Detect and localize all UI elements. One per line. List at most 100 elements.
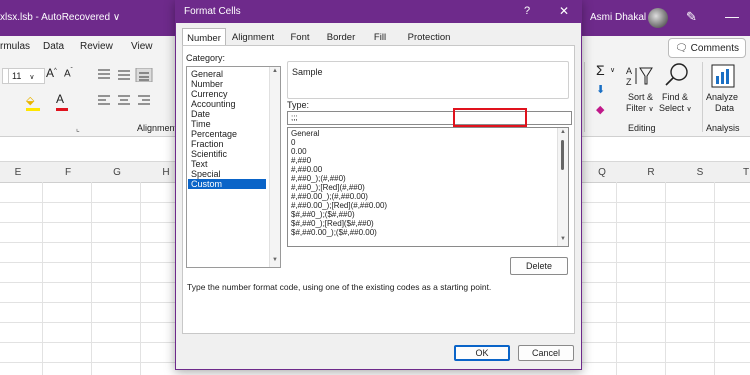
sample-box — [287, 61, 569, 99]
format-item[interactable]: $#,##0.00_);($#,##0.00) — [291, 228, 377, 238]
category-item[interactable]: Date — [191, 109, 210, 119]
user-name[interactable]: Asmi Dhakal — [590, 12, 646, 23]
category-item[interactable]: Text — [191, 159, 208, 169]
category-label: Category: — [186, 53, 226, 63]
grid-line — [91, 182, 92, 375]
chevron-down-icon: ∨ — [29, 74, 35, 81]
scroll-down-icon[interactable]: ▼ — [272, 257, 278, 263]
dialog-title-bar[interactable]: Format Cells ? ✕ — [176, 1, 581, 23]
category-list[interactable]: General Number Currency Accounting Date … — [186, 66, 281, 268]
tab-formulas[interactable]: rmulas — [0, 41, 30, 52]
tab-border[interactable]: Border — [322, 29, 360, 45]
grid-line — [616, 182, 617, 375]
ok-button[interactable]: OK — [454, 345, 510, 361]
category-item[interactable]: Currency — [191, 89, 228, 99]
sort-filter-label-2[interactable]: Filter ∨ — [626, 103, 654, 113]
tab-alignment[interactable]: Alignment — [228, 29, 278, 45]
find-select-text: Select — [659, 103, 685, 113]
ribbon-divider — [584, 62, 585, 132]
format-code-list[interactable]: General 0 0.00 #,##0 #,##0.00 #,##0_);(#… — [287, 127, 569, 247]
category-item[interactable]: Number — [191, 79, 223, 89]
hint-text: Type the number format code, using one o… — [187, 282, 492, 292]
find-select-label-2[interactable]: Select ∨ — [659, 103, 692, 113]
comment-icon: 🗨 — [674, 42, 688, 54]
chevron-down-icon: ∨ — [686, 106, 692, 113]
sample-label: Sample — [292, 67, 323, 77]
column-header[interactable]: E — [8, 167, 28, 178]
avatar[interactable] — [648, 8, 668, 28]
pen-icon[interactable]: ✎ — [686, 9, 697, 25]
tab-data[interactable]: Data — [43, 41, 64, 52]
tab-view[interactable]: View — [131, 41, 153, 52]
font-color-icon[interactable]: A — [56, 92, 64, 106]
autosum-icon[interactable]: Σ — [596, 62, 605, 78]
type-input[interactable]: ;;; — [287, 111, 572, 125]
tab-font[interactable]: Font — [284, 29, 316, 45]
minimize-icon[interactable]: — — [725, 8, 739, 24]
category-item[interactable]: General — [191, 69, 223, 79]
column-header[interactable]: S — [690, 167, 710, 178]
grid-line — [140, 182, 141, 375]
sort-filter-label[interactable]: Sort & — [628, 92, 653, 102]
column-header[interactable]: F — [58, 167, 78, 178]
category-item[interactable]: Special — [191, 169, 221, 179]
analysis-group-label: Analysis — [706, 123, 740, 133]
category-scrollbar[interactable]: ▲ ▼ — [269, 67, 280, 267]
analyze-label[interactable]: Analyze — [706, 92, 738, 102]
category-item[interactable]: Fraction — [191, 139, 224, 149]
category-item[interactable]: Accounting — [191, 99, 236, 109]
svg-text:A: A — [626, 66, 632, 76]
category-item-selected[interactable]: Custom — [188, 179, 266, 189]
font-size-box[interactable]: 11 ∨ — [8, 68, 45, 84]
increase-font-icon[interactable]: A^ — [46, 66, 57, 80]
category-item[interactable]: Percentage — [191, 129, 237, 139]
chevron-down-icon[interactable]: ∨ — [610, 66, 615, 74]
alignment-group-label: Alignment — [137, 123, 178, 133]
clear-icon[interactable]: ◆ — [596, 103, 604, 116]
column-header[interactable]: Q — [592, 167, 612, 178]
highlight-box — [453, 108, 527, 127]
scroll-down-icon[interactable]: ▼ — [560, 236, 566, 242]
type-label: Type: — [287, 100, 310, 110]
file-name[interactable]: xlsx.lsb - AutoRecovered ∨ — [0, 12, 120, 23]
svg-text:Z: Z — [626, 77, 632, 87]
comments-button[interactable]: 🗨 Comments — [668, 38, 746, 58]
find-select-label[interactable]: Find & — [662, 92, 688, 102]
search-icon[interactable] — [664, 62, 690, 88]
tab-fill[interactable]: Fill — [368, 29, 392, 45]
analyze-data-icon[interactable] — [711, 64, 735, 88]
format-scrollbar[interactable]: ▲ ▼ — [557, 128, 568, 246]
dialog-launcher-icon[interactable]: ⌞ — [76, 124, 80, 133]
delete-button[interactable]: Delete — [510, 257, 568, 275]
dialog-title: Format Cells — [184, 6, 241, 17]
font-size-value: 11 — [12, 71, 22, 81]
sort-filter-text: Filter — [626, 103, 646, 113]
scroll-thumb[interactable] — [561, 140, 564, 170]
cancel-button[interactable]: Cancel — [518, 345, 574, 361]
scroll-up-icon[interactable]: ▲ — [272, 68, 278, 74]
fill-color-bar — [26, 108, 40, 111]
vertical-align-icons[interactable] — [96, 68, 170, 82]
font-color-bar — [56, 108, 68, 111]
decrease-font-icon[interactable]: Aˇ — [64, 68, 73, 79]
format-cells-dialog: Format Cells ? ✕ Number Alignment Font B… — [175, 0, 582, 370]
column-header[interactable]: H — [156, 167, 176, 178]
help-icon[interactable]: ? — [524, 5, 530, 17]
category-item[interactable]: Time — [191, 119, 211, 129]
sort-filter-icon[interactable]: A Z — [626, 64, 654, 88]
column-header[interactable]: G — [107, 167, 127, 178]
category-item[interactable]: Scientific — [191, 149, 227, 159]
ribbon-divider — [702, 62, 703, 132]
fill-down-icon[interactable]: ⬇ — [596, 83, 605, 96]
horizontal-align-icons[interactable] — [96, 94, 170, 108]
column-header[interactable]: R — [641, 167, 661, 178]
analyze-label-2[interactable]: Data — [715, 103, 734, 113]
editing-group-label: Editing — [628, 123, 656, 133]
column-header[interactable]: T — [736, 167, 750, 178]
tab-protection[interactable]: Protection — [402, 29, 456, 45]
scroll-up-icon[interactable]: ▲ — [560, 129, 566, 135]
tab-review[interactable]: Review — [80, 41, 113, 52]
fill-color-icon[interactable]: ⬙ — [26, 94, 34, 107]
close-icon[interactable]: ✕ — [559, 4, 569, 18]
grid-line — [714, 182, 715, 375]
